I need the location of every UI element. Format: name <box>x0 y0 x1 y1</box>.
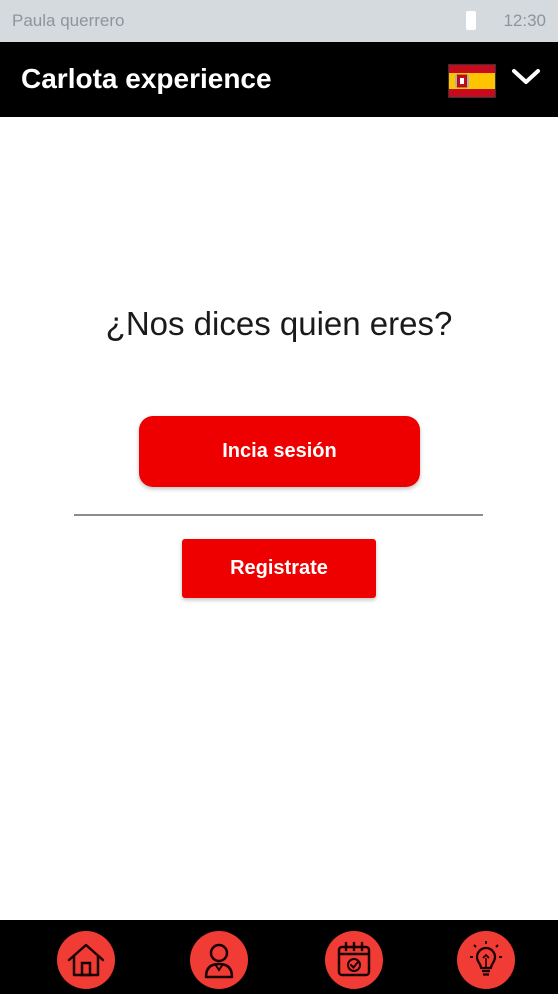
status-time: 12:30 <box>503 11 546 30</box>
chevron-down-icon[interactable] <box>511 66 541 86</box>
status-carrier: Paula querrero <box>12 11 125 30</box>
app-header: Carlota experience <box>0 42 558 117</box>
calendar-icon[interactable] <box>325 931 383 989</box>
home-icon[interactable] <box>57 931 115 989</box>
page-question: ¿Nos dices quien eres? <box>105 305 453 342</box>
lightbulb-icon[interactable] <box>457 931 515 989</box>
divider <box>74 514 483 516</box>
register-button[interactable]: Registrate <box>182 539 376 598</box>
bottom-nav <box>0 920 558 994</box>
status-bar: Paula querrero 12:30 <box>0 0 558 42</box>
app-title: Carlota experience <box>21 63 272 94</box>
user-icon[interactable] <box>190 931 248 989</box>
battery-icon <box>466 11 476 30</box>
login-button[interactable]: Incia sesión <box>139 416 420 487</box>
spain-flag-icon[interactable] <box>448 64 496 98</box>
